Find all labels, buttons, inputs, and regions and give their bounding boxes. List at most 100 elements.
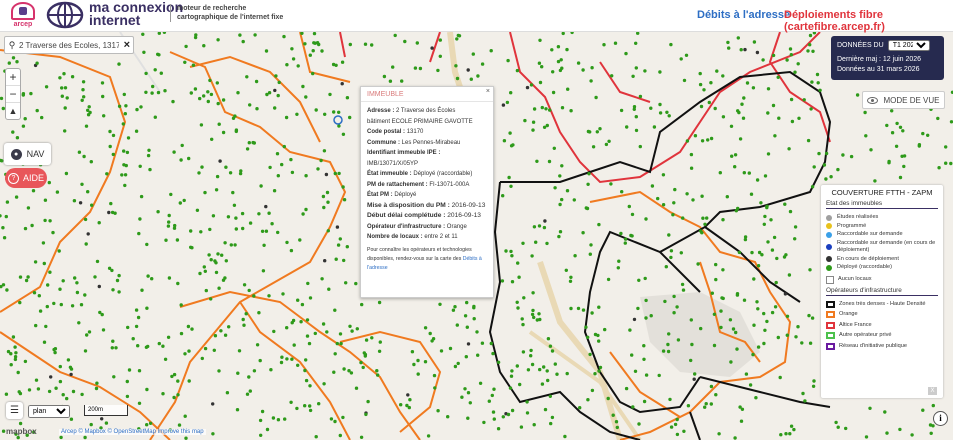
- status-dot-icon: [826, 231, 832, 238]
- legend-item-etat[interactable]: Programmé: [826, 223, 938, 231]
- etat-list: Études réalisées Programmé Raccordable sur…: [826, 214, 938, 272]
- legend-item-label: Études réalisées: [837, 214, 879, 220]
- status-dot-icon: [826, 264, 832, 271]
- attribution-mapbox[interactable]: © Mapbox: [78, 429, 105, 435]
- zone-swatch-icon: [826, 321, 835, 329]
- arcep-logo-text: arcep: [13, 21, 33, 28]
- note-text: Pour connaître les opérateurs et technol…: [367, 246, 472, 262]
- legend-item-label: Raccordable sur demande: [837, 231, 903, 237]
- compass-button[interactable]: ▲: [6, 103, 20, 120]
- legend-item-label: Déployé (raccordable): [837, 264, 893, 270]
- cp-value: 13170: [406, 129, 424, 135]
- adresse-value: 2 Traverse des Écoles: [396, 108, 456, 114]
- popup-note: Pour connaître les opérateurs et technol…: [367, 246, 487, 273]
- status-dot-icon: [826, 244, 832, 250]
- operateur-value: Orange: [446, 223, 467, 230]
- legend-item-label: Altice France: [839, 321, 872, 328]
- status-dot-icon: [826, 223, 832, 230]
- data-period-label: DONNÉES DU: [837, 42, 884, 49]
- status-dot-icon: [826, 214, 832, 221]
- app-root: arcep ma connexion internet moteur de re…: [0, 0, 953, 440]
- legend-item-etat[interactable]: Raccordable sur demande: [826, 231, 938, 239]
- globe-icon: ●: [10, 148, 22, 160]
- attribution-osm[interactable]: © OpenStreetMap: [107, 429, 155, 435]
- legend-section-etat: Etat des immeubles: [826, 200, 938, 209]
- legend-item-operateur[interactable]: Zones très denses - Haute Densité: [826, 301, 938, 309]
- legend-item-operateur[interactable]: Autre opérateur privé: [826, 332, 938, 340]
- legend-item-label: Programmé: [837, 222, 867, 229]
- attribution-text: Arcep © Mapbox © OpenStreetMap Improve t…: [59, 429, 206, 435]
- deploiements-link[interactable]: Déploiements fibre (cartefibre.arcep.fr): [784, 9, 953, 33]
- legend-item-etat[interactable]: Raccordable sur demande (en cours de dép…: [826, 240, 938, 255]
- operateur-label: Opérateur d'infrastructure :: [367, 223, 446, 230]
- status-dot-icon: [826, 256, 832, 263]
- last-update-text: Dernière maj : 12 juin 2026: [837, 56, 922, 63]
- layers-icon[interactable]: ☰: [6, 402, 23, 419]
- attribution-arcep[interactable]: Arcep: [61, 429, 77, 435]
- locaux-label: Nombre de locaux :: [367, 234, 423, 240]
- zone-swatch-icon: [826, 332, 835, 340]
- legend-item-operateur[interactable]: Orange: [826, 311, 938, 319]
- aide-label: AIDE: [22, 173, 44, 183]
- legend-item-label: En cours de déploiement: [837, 255, 899, 262]
- debut-label: Début délai complétude :: [367, 212, 446, 219]
- info-icon[interactable]: i: [933, 411, 948, 426]
- locaux-value: entre 2 et 11: [424, 234, 458, 240]
- legend-item-aucun-locaux[interactable]: Aucun locaux: [826, 275, 938, 284]
- legend-item-label: Orange: [839, 311, 858, 317]
- basemap-select[interactable]: plan: [28, 405, 70, 418]
- legend-item-label: Réseau d'initiative publique: [839, 342, 907, 349]
- nav-label: NAV: [26, 149, 45, 159]
- operateur-list: Zones très denses - Haute Densité Orange A…: [826, 301, 938, 351]
- zone-swatch-icon: [826, 300, 835, 308]
- etat-value: Déployé (raccordable): [413, 171, 473, 177]
- mapbox-logo[interactable]: mapbox: [6, 427, 37, 436]
- adresse-value-2: bâtiment ECOLE PRIMAIRE GAVOTTE: [367, 118, 473, 125]
- mise-label: Mise à disposition du PM :: [367, 201, 450, 209]
- data-date-text: Données au 31 mars 2026: [837, 66, 920, 73]
- ipe-label: Identifiant immeuble IPE :: [367, 150, 441, 156]
- legend-close-button[interactable]: X: [928, 387, 937, 395]
- attribution-bar: mapbox Arcep © Mapbox © OpenStreetMap Im…: [0, 427, 953, 440]
- scale-bar: 200m: [84, 405, 128, 416]
- arcep-logo[interactable]: arcep: [6, 2, 40, 30]
- popup-close-icon[interactable]: ×: [486, 88, 490, 95]
- legend-item-etat[interactable]: Déployé (raccordable): [826, 264, 938, 272]
- period-select[interactable]: T1 2026: [887, 40, 930, 51]
- commune-label: Commune :: [367, 139, 400, 146]
- etat-pm-value: Déployé: [394, 192, 417, 198]
- building-popup: IMMEUBLE × Adresse : 2 Traverse des Écol…: [360, 86, 494, 298]
- legend-item-operateur[interactable]: Altice France: [826, 322, 938, 330]
- zone-swatch-icon: [826, 342, 835, 350]
- nav-button[interactable]: ● NAV: [4, 143, 51, 165]
- mise-value: 2016-09-13: [451, 201, 486, 209]
- commune-value: Les Pennes-Mirabeau: [401, 139, 461, 146]
- arcep-logo-mark: [11, 2, 35, 20]
- aucun-locaux-label: Aucun locaux: [838, 275, 872, 282]
- pm-label: PM de rattachement :: [367, 181, 428, 188]
- legend-item-etat[interactable]: Études réalisées: [826, 214, 938, 222]
- tagline-line-1: moteur de recherche: [177, 5, 247, 12]
- legend-section-operateurs: Opérateurs d'infrastructure: [826, 287, 938, 296]
- zoom-out-button[interactable]: −: [6, 86, 20, 103]
- search-input[interactable]: [19, 40, 119, 50]
- zoom-in-button[interactable]: +: [6, 69, 20, 86]
- zoom-controls: + − ▲: [5, 68, 21, 120]
- legend-item-label: Autre opérateur privé: [839, 332, 892, 338]
- clear-search-icon[interactable]: ×: [124, 39, 133, 51]
- debits-link[interactable]: Débits à l'adresse: [697, 9, 790, 21]
- address-search[interactable]: ⚲ ×: [4, 36, 134, 54]
- legend-item-operateur[interactable]: Réseau d'initiative publique: [826, 343, 938, 351]
- etat-pm-label: État PM :: [367, 192, 393, 198]
- legend-item-etat[interactable]: En cours de déploiement: [826, 256, 938, 264]
- aide-button[interactable]: ? AIDE: [5, 168, 47, 188]
- legend-title: COUVERTURE FTTH - ZAPM: [831, 188, 933, 197]
- search-icon: ⚲: [8, 39, 16, 50]
- debut-value: 2016-09-13: [447, 212, 481, 219]
- mode-de-vue-button[interactable]: MODE DE VUE: [862, 91, 945, 109]
- legend-item-label: Raccordable sur demande (en cours de dép…: [837, 239, 936, 254]
- tagline: moteur de recherche cartographique de l'…: [170, 4, 320, 22]
- attribution-improve[interactable]: Improve this map: [158, 429, 204, 435]
- cp-label: Code postal :: [367, 129, 406, 135]
- pm-value: FI-13071-000A: [429, 181, 470, 188]
